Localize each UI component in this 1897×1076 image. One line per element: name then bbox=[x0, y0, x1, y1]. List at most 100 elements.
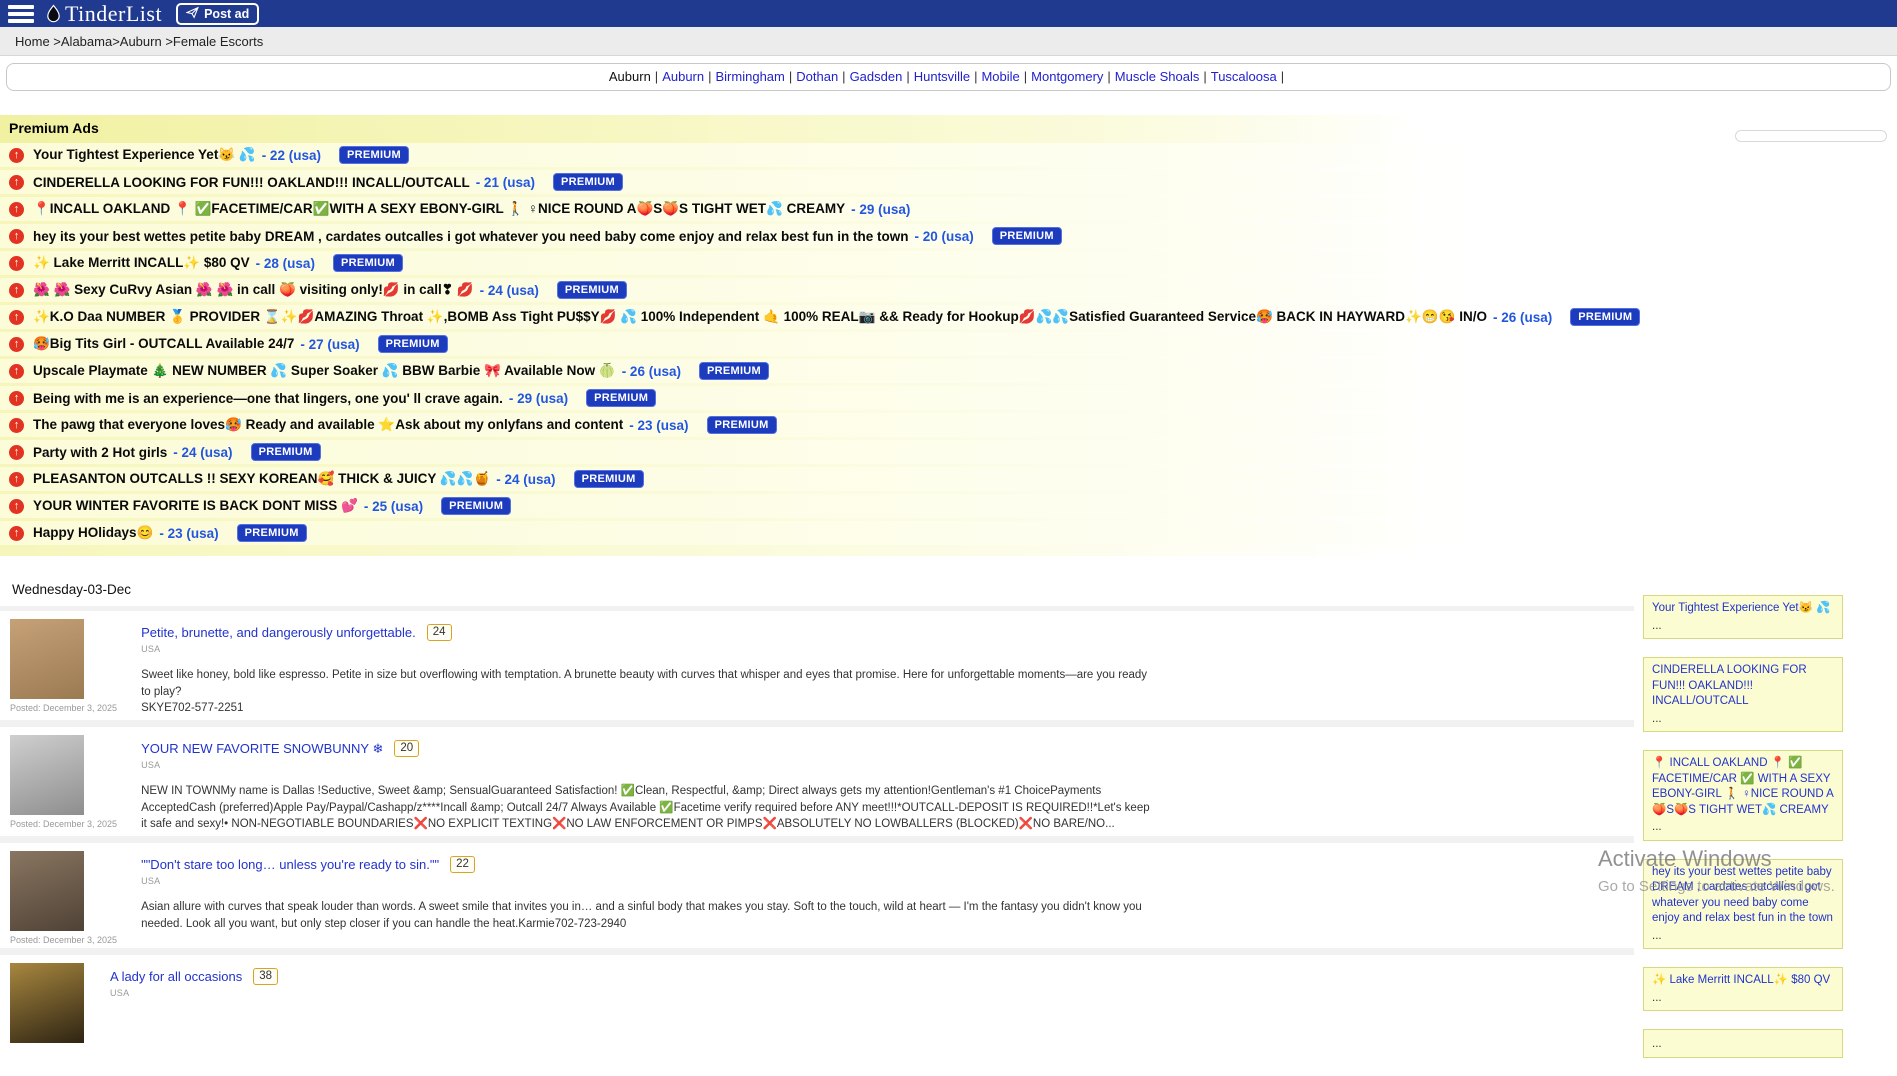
city-link-huntsville[interactable]: Huntsville bbox=[914, 69, 970, 84]
sidebar-ad-more: ... bbox=[1652, 929, 1834, 945]
premium-sidebar: Your Tightest Experience Yet😼 💦 ... CIND… bbox=[1643, 595, 1843, 1076]
premium-ad-row[interactable]: 🌺 🌺 Sexy CuRvy Asian 🌺 🌺 in call 🍑 visit… bbox=[0, 278, 1897, 302]
premium-ad-row[interactable]: 🥵Big Tits Girl - OUTCALL Available 24/7-… bbox=[0, 332, 1897, 356]
listing-title-link[interactable]: YOUR NEW FAVORITE SNOWBUNNY ❄ bbox=[141, 741, 383, 757]
menu-icon[interactable] bbox=[8, 5, 34, 23]
premium-ad-row[interactable]: YOUR WINTER FAVORITE IS BACK DONT MISS 💕… bbox=[0, 494, 1897, 518]
sidebar-ad-box[interactable]: hey its your best wettes petite baby DRE… bbox=[1643, 859, 1843, 950]
top-navbar: TinderList Post ad bbox=[0, 0, 1897, 27]
sidebar-ad-box[interactable]: 📍 INCALL OAKLAND 📍 ✅ FACETIME/CAR ✅ WITH… bbox=[1643, 750, 1843, 841]
premium-ad-age: - 23 (usa) bbox=[159, 526, 218, 541]
up-arrow-icon bbox=[9, 256, 24, 271]
listing-row: A lady for all occasions 38 USA bbox=[0, 955, 1634, 1050]
sidebar-ad-title[interactable]: ✨ Lake Merritt INCALL✨ $80 QV bbox=[1652, 973, 1834, 989]
premium-ad-row[interactable]: Your Tightest Experience Yet😼 💦- 22 (usa… bbox=[0, 143, 1897, 167]
city-current: Auburn bbox=[609, 69, 651, 84]
up-arrow-icon bbox=[9, 418, 24, 433]
listing-thumbnail[interactable] bbox=[10, 963, 84, 1043]
separator: | bbox=[838, 69, 849, 84]
sidebar-ad-title[interactable]: Your Tightest Experience Yet😼 💦 bbox=[1652, 601, 1834, 617]
premium-ad-title[interactable]: hey its your best wettes petite baby DRE… bbox=[33, 229, 908, 244]
sidebar-ad-box[interactable]: CINDERELLA LOOKING FOR FUN!!! OAKLAND!!!… bbox=[1643, 657, 1843, 732]
premium-ad-title[interactable]: CINDERELLA LOOKING FOR FUN!!! OAKLAND!!!… bbox=[33, 175, 470, 190]
up-arrow-icon bbox=[9, 148, 24, 163]
premium-badge: PREMIUM bbox=[378, 335, 448, 353]
city-link-montgomery[interactable]: Montgomery bbox=[1031, 69, 1103, 84]
premium-ad-age: - 24 (usa) bbox=[496, 472, 555, 487]
separator: | bbox=[1020, 69, 1031, 84]
listing-thumbnail[interactable] bbox=[10, 851, 84, 931]
premium-ad-title[interactable]: ✨ Lake Merritt INCALL✨ $80 QV bbox=[33, 255, 250, 271]
listing-country: USA bbox=[141, 644, 1151, 654]
up-arrow-icon bbox=[9, 445, 24, 460]
premium-ad-title[interactable]: YOUR WINTER FAVORITE IS BACK DONT MISS 💕 bbox=[33, 498, 358, 514]
age-badge: 38 bbox=[253, 968, 278, 985]
sidebar-ad-title[interactable]: 📍 INCALL OAKLAND 📍 ✅ FACETIME/CAR ✅ WITH… bbox=[1652, 756, 1834, 818]
listing-title-link[interactable]: ""Don't stare too long… unless you're re… bbox=[141, 857, 439, 872]
premium-ad-age: - 21 (usa) bbox=[476, 175, 535, 190]
up-arrow-icon bbox=[9, 337, 24, 352]
premium-badge: PREMIUM bbox=[1570, 308, 1640, 326]
premium-badge: PREMIUM bbox=[699, 362, 769, 380]
premium-ad-title[interactable]: Being with me is an experience—one that … bbox=[33, 391, 503, 406]
premium-ad-title[interactable]: Happy HOlidays😊 bbox=[33, 525, 153, 541]
listing-title-link[interactable]: Petite, brunette, and dangerously unforg… bbox=[141, 625, 416, 640]
premium-ad-row[interactable]: Happy HOlidays😊- 23 (usa)PREMIUM bbox=[0, 521, 1897, 545]
sidebar-ad-more: ... bbox=[1652, 1037, 1834, 1053]
city-link-muscle-shoals[interactable]: Muscle Shoals bbox=[1115, 69, 1200, 84]
premium-ad-title[interactable]: Upscale Playmate 🎄 NEW NUMBER 💦 Super So… bbox=[33, 363, 616, 379]
premium-ad-title[interactable]: The pawg that everyone loves🥵 Ready and … bbox=[33, 417, 623, 433]
premium-ad-title[interactable]: 🥵Big Tits Girl - OUTCALL Available 24/7 bbox=[33, 336, 294, 352]
sidebar-ad-title[interactable]: CINDERELLA LOOKING FOR FUN!!! OAKLAND!!!… bbox=[1652, 663, 1834, 710]
listing-thumbnail[interactable] bbox=[10, 619, 84, 699]
sidebar-ad-more: ... bbox=[1652, 712, 1834, 728]
post-ad-button[interactable]: Post ad bbox=[176, 3, 259, 25]
premium-ad-age: - 24 (usa) bbox=[173, 445, 232, 460]
premium-ad-row[interactable]: The pawg that everyone loves🥵 Ready and … bbox=[0, 413, 1897, 437]
sidebar-ad-box[interactable]: ... bbox=[1643, 1029, 1843, 1058]
city-link-dothan[interactable]: Dothan bbox=[796, 69, 838, 84]
listing-thumbnail[interactable] bbox=[10, 735, 84, 815]
premium-ad-row[interactable]: CINDERELLA LOOKING FOR FUN!!! OAKLAND!!!… bbox=[0, 170, 1897, 194]
premium-ad-title[interactable]: PLEASANTON OUTCALLS !! SEXY KOREAN🥰 THIC… bbox=[33, 471, 490, 487]
premium-ad-age: - 24 (usa) bbox=[480, 283, 539, 298]
city-link-gadsden[interactable]: Gadsden bbox=[850, 69, 903, 84]
site-logo[interactable]: TinderList bbox=[44, 1, 162, 27]
premium-ad-age: - 26 (usa) bbox=[1493, 310, 1552, 325]
listings-feed: Wednesday-03-Dec Posted: December 3, 202… bbox=[0, 576, 1634, 1050]
premium-ad-title[interactable]: ✨K.O Daa NUMBER 🥇 PROVIDER ⌛✨💋AMAZING Th… bbox=[33, 309, 1487, 325]
city-link-auburn[interactable]: Auburn bbox=[662, 69, 704, 84]
premium-ad-title[interactable]: Your Tightest Experience Yet😼 💦 bbox=[33, 147, 256, 163]
premium-ad-row[interactable]: PLEASANTON OUTCALLS !! SEXY KOREAN🥰 THIC… bbox=[0, 467, 1897, 491]
premium-ad-title[interactable]: Party with 2 Hot girls bbox=[33, 445, 167, 460]
breadcrumb-text: Home >Alabama>Auburn >Female Escorts bbox=[15, 34, 263, 49]
sidebar-ad-box[interactable]: Your Tightest Experience Yet😼 💦 ... bbox=[1643, 595, 1843, 639]
city-link-birmingham[interactable]: Birmingham bbox=[716, 69, 785, 84]
premium-ad-age: - 26 (usa) bbox=[622, 364, 681, 379]
premium-ad-row[interactable]: 📍INCALL OAKLAND 📍 ✅FACETIME/CAR✅WITH A S… bbox=[0, 197, 1897, 221]
premium-ads-header: Premium Ads bbox=[0, 115, 1897, 143]
premium-ad-title[interactable]: 🌺 🌺 Sexy CuRvy Asian 🌺 🌺 in call 🍑 visit… bbox=[33, 282, 474, 298]
premium-ad-row[interactable]: ✨ Lake Merritt INCALL✨ $80 QV- 28 (usa)P… bbox=[0, 251, 1897, 275]
premium-ad-title[interactable]: 📍INCALL OAKLAND 📍 ✅FACETIME/CAR✅WITH A S… bbox=[33, 201, 845, 217]
listing-row: Posted: December 3, 2025 YOUR NEW FAVORI… bbox=[0, 727, 1634, 836]
posted-date: Posted: December 3, 2025 bbox=[10, 703, 117, 713]
sidebar-ad-box[interactable]: ✨ Lake Merritt INCALL✨ $80 QV ... bbox=[1643, 967, 1843, 1011]
up-arrow-icon bbox=[9, 202, 24, 217]
premium-badge: PREMIUM bbox=[553, 173, 623, 191]
listing-title-link[interactable]: A lady for all occasions bbox=[110, 969, 242, 984]
city-link-mobile[interactable]: Mobile bbox=[981, 69, 1019, 84]
sidebar-ad-title[interactable]: hey its your best wettes petite baby DRE… bbox=[1652, 865, 1834, 927]
premium-ad-row[interactable]: ✨K.O Daa NUMBER 🥇 PROVIDER ⌛✨💋AMAZING Th… bbox=[0, 305, 1897, 329]
listing-description: Sweet like honey, bold like espresso. Pe… bbox=[141, 667, 1151, 700]
premium-ad-row[interactable]: Being with me is an experience—one that … bbox=[0, 386, 1897, 410]
premium-ad-row[interactable]: Upscale Playmate 🎄 NEW NUMBER 💦 Super So… bbox=[0, 359, 1897, 383]
premium-ad-row[interactable]: Party with 2 Hot girls- 24 (usa)PREMIUM bbox=[0, 440, 1897, 464]
breadcrumb[interactable]: Home >Alabama>Auburn >Female Escorts bbox=[0, 27, 1897, 56]
premium-badge: PREMIUM bbox=[441, 497, 511, 515]
listing-description: Asian allure with curves that speak loud… bbox=[141, 899, 1151, 932]
city-link-tuscaloosa[interactable]: Tuscaloosa bbox=[1211, 69, 1277, 84]
separator: | bbox=[970, 69, 981, 84]
premium-ad-row[interactable]: hey its your best wettes petite baby DRE… bbox=[0, 224, 1897, 248]
paper-plane-icon bbox=[186, 6, 199, 22]
